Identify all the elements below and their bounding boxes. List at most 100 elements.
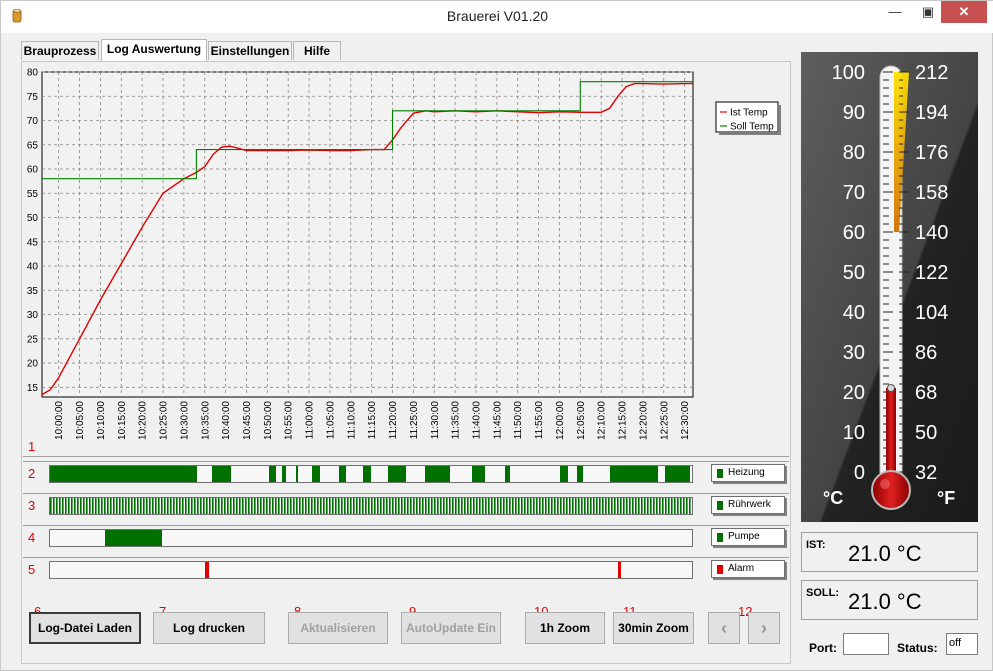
celsius-label: 80 [843,142,865,164]
on-segment [431,498,433,514]
legend-label: Soll Temp [730,122,774,133]
on-segment [320,498,322,514]
x-tick-label: 11:30:00 [430,401,441,440]
on-segment [53,498,55,514]
on-segment [350,498,352,514]
on-segment [482,498,484,514]
on-segment [329,498,331,514]
log-datei-laden-button[interactable]: Log-Datei Laden [29,612,141,644]
on-segment [248,498,250,514]
on-segment [494,498,496,514]
on-segment [455,498,457,514]
on-segment [512,498,514,514]
x-tick-label: 12:00:00 [555,401,566,440]
next-button[interactable]: › [748,612,780,644]
on-segment [626,498,628,514]
on-segment [302,498,304,514]
on-segment [419,498,421,514]
y-tick-label: 60 [27,165,39,176]
on-segment [530,498,532,514]
on-segment [173,498,175,514]
zoom-30min-button[interactable]: 30min Zoom [613,612,694,644]
on-segment [404,498,406,514]
on-segment [449,498,451,514]
on-segment [623,498,625,514]
on-segment [152,498,154,514]
legend-swatch [717,533,723,542]
on-segment [602,498,604,514]
log-drucken-button[interactable]: Log drucken [153,612,265,644]
celsius-label: 60 [843,222,865,244]
on-segment [497,498,499,514]
y-tick-label: 25 [27,334,39,345]
celsius-label: 30 [843,342,865,364]
on-segment [269,466,276,482]
maximize-button[interactable]: ▣ [912,1,944,23]
strip-svg [105,530,162,546]
callout-number: 4 [28,530,36,545]
strip-alarm: 5 Alarm [23,557,789,581]
on-segment [206,498,208,514]
on-segment [677,498,679,514]
celsius-label: 0 [854,462,865,484]
on-segment [185,498,187,514]
zoom-1h-button[interactable]: 1h Zoom [525,612,605,644]
on-segment [356,498,358,514]
prev-button[interactable]: ‹ [708,612,740,644]
strip-heizung: 2 Heizung [23,461,789,485]
on-segment [377,498,379,514]
on-segment [362,498,364,514]
celsius-unit: °C [823,488,843,508]
aktualisieren-button[interactable]: Aktualisieren [288,612,388,644]
x-tick-label: 11:50:00 [513,401,524,440]
on-segment [122,498,124,514]
temperature-chart: 15 20 25 30 35 40 45 50 55 60 65 70 75 80 10:00:00 10:0… [23,63,789,457]
y-tick-label: 40 [27,262,39,273]
status-field[interactable]: off [946,633,978,655]
on-segment [314,498,316,514]
on-segment [158,498,160,514]
on-segment [593,498,595,514]
on-segment [92,498,94,514]
on-segment [446,498,448,514]
on-segment [491,498,493,514]
tab-einstellungen[interactable]: Einstellungen [208,41,292,60]
strip-svg [205,562,621,578]
tab-label: Einstellungen [210,44,290,58]
on-segment [674,498,676,514]
legend-swatch [717,501,723,510]
chart-legend: Ist Temp Soll Temp [715,101,781,135]
strip-legend: Rührwerk [711,496,785,514]
port-field[interactable] [843,633,889,655]
on-segment [398,498,400,514]
callout-number: 2 [28,466,36,481]
on-segment [230,498,232,514]
tab-label: Brauprozess [23,44,97,58]
strip-legend: Alarm [711,560,785,578]
on-segment [686,498,688,514]
strip-pumpe: 4 Pumpe [23,525,789,549]
on-segment [293,498,295,514]
close-button[interactable]: ✕ [941,1,987,23]
autoupdate-button[interactable]: AutoUpdate Ein [401,612,501,644]
on-segment [443,498,445,514]
tab-brauprozess[interactable]: Brauprozess [21,41,99,60]
on-segment [155,498,157,514]
on-segment [464,498,466,514]
x-tick-label: 11:20:00 [388,401,399,440]
x-tick-label: 11:25:00 [409,401,420,440]
on-segment [149,498,151,514]
tab-log-auswertung[interactable]: Log Auswertung [101,39,207,61]
on-segment [74,498,76,514]
on-segment [650,498,652,514]
on-segment [182,498,184,514]
tab-hilfe[interactable]: Hilfe [293,41,341,60]
on-segment [332,498,334,514]
minimize-button[interactable]: — [879,1,911,23]
on-segment [665,498,667,514]
status-label: Status: [897,641,938,655]
on-segment [545,498,547,514]
on-segment [323,498,325,514]
on-segment [575,498,577,514]
on-segment [662,498,664,514]
